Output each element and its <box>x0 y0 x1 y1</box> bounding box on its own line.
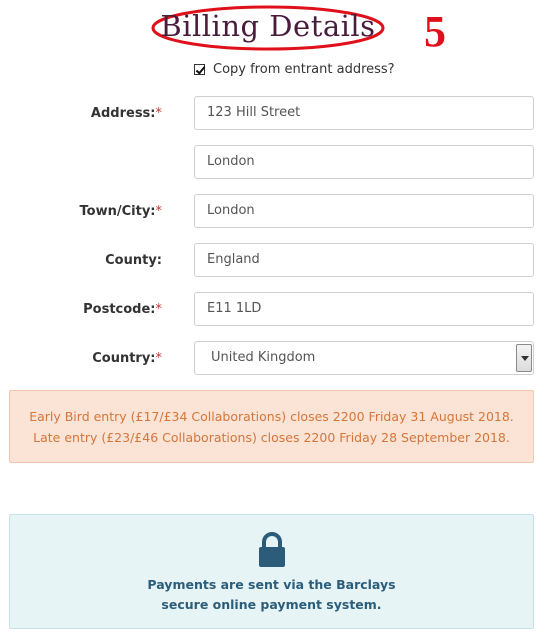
town-input[interactable]: London <box>194 194 534 228</box>
address-line2-input[interactable]: London <box>194 145 534 179</box>
required-mark: * <box>155 302 163 317</box>
required-mark: * <box>155 106 163 121</box>
required-mark: * <box>155 204 163 219</box>
country-label: Country:* <box>92 351 163 366</box>
country-select-value: United Kingdom <box>211 350 316 365</box>
county-label: County: <box>105 253 162 268</box>
payment-info-line1: Payments are sent via the Barclays <box>147 577 396 592</box>
copy-address-row[interactable]: Copy from entrant address? <box>194 62 395 77</box>
postcode-label: Postcode:* <box>83 302 163 317</box>
early-bird-text: Early Bird entry (£17/£34 Collaborations… <box>29 409 514 424</box>
address-line1-input[interactable]: 123 Hill Street <box>194 96 534 130</box>
postcode-input[interactable]: E11 1LD <box>194 292 534 326</box>
chevron-down-icon[interactable] <box>516 344 532 372</box>
address-label: Address:* <box>90 106 163 121</box>
town-label: Town/City:* <box>79 204 163 219</box>
late-entry-text: Late entry (£23/£46 Collaborations) clos… <box>33 430 510 445</box>
payment-info-box: Payments are sent via the Barclays secur… <box>9 514 534 629</box>
page-title: Billing Details <box>160 9 376 43</box>
country-select[interactable]: United Kingdom <box>194 341 534 375</box>
entry-deadline-notice: Early Bird entry (£17/£34 Collaborations… <box>9 390 534 463</box>
page-title-area: Billing Details <box>150 4 386 52</box>
copy-address-label: Copy from entrant address? <box>213 62 395 77</box>
payment-info-text: Payments are sent via the Barclays secur… <box>10 575 533 615</box>
step-annotation: 5 <box>424 7 446 56</box>
county-input[interactable]: England <box>194 243 534 277</box>
lock-icon <box>259 532 285 567</box>
payment-info-line2: secure online payment system. <box>161 597 382 612</box>
required-mark: * <box>155 351 163 366</box>
copy-address-checkbox[interactable] <box>194 64 205 75</box>
